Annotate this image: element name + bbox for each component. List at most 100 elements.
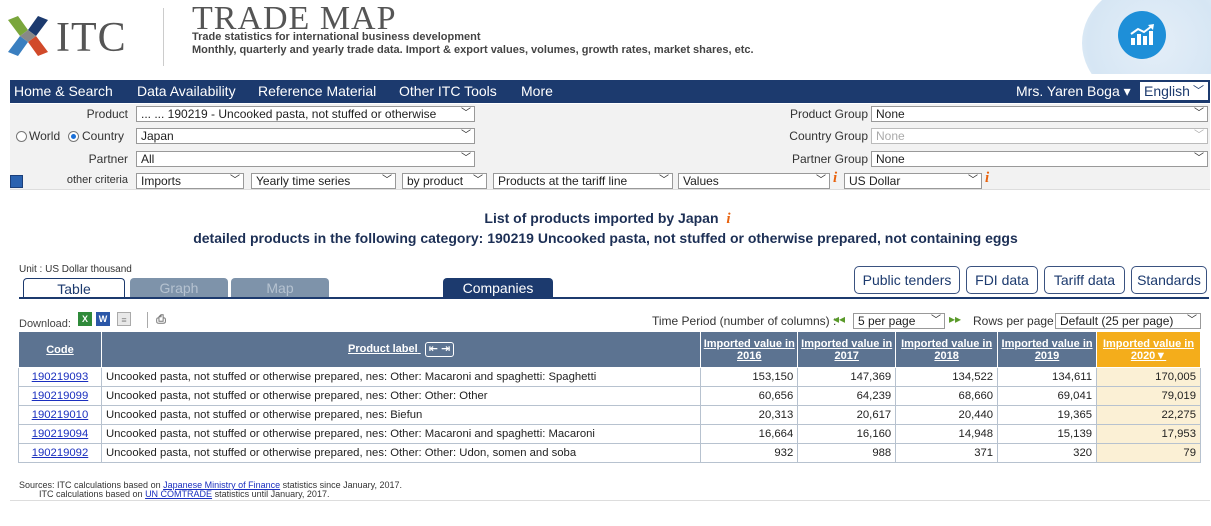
value-2018-cell: 20,440 — [895, 405, 999, 425]
nav-home-search[interactable]: Home & Search — [14, 83, 113, 99]
chevron-down-icon: ﹀ — [1187, 315, 1197, 326]
public-tenders-button[interactable]: Public tenders — [854, 266, 960, 294]
column-header-product-label[interactable]: Product label ⇤ ⇥ — [100, 331, 702, 368]
product-code-link[interactable]: 190219094 — [18, 424, 102, 444]
partner-label: Partner — [88, 152, 128, 166]
nav-reference-material[interactable]: Reference Material — [258, 83, 376, 99]
user-menu[interactable]: Mrs. Yaren Boga ▾ — [1016, 83, 1131, 100]
tariff-data-button[interactable]: Tariff data — [1044, 266, 1125, 294]
product-group-label: Product Group — [789, 107, 868, 121]
nav-data-availability[interactable]: Data Availability — [137, 83, 236, 99]
partner-group-select[interactable]: None ﹀ — [871, 151, 1208, 167]
fdi-data-button[interactable]: FDI data — [966, 266, 1038, 294]
table-row[interactable]: 190219094 Uncooked pasta, not stuffed or … — [18, 424, 1201, 444]
value-2017-cell: 988 — [797, 443, 897, 463]
nav-more[interactable]: More — [521, 83, 553, 99]
tab-map[interactable]: Map — [231, 278, 329, 298]
un-comtrade-link[interactable]: UN COMTRADE — [145, 489, 212, 499]
table-row[interactable]: 190219099 Uncooked pasta, not stuffed or … — [18, 386, 1201, 406]
nav-other-itc-tools[interactable]: Other ITC Tools — [399, 83, 497, 99]
sort-desc-icon: ▼ — [1155, 349, 1167, 362]
product-value: ... ... 190219 - Uncooked pasta, not stu… — [141, 107, 437, 121]
partner-value: All — [141, 152, 155, 166]
product-code-link[interactable]: 190219092 — [18, 443, 102, 463]
time-series-value: Yearly time series — [256, 174, 351, 188]
chevron-down-icon: ﹀ — [230, 175, 240, 186]
time-period-label: Time Period (number of columns) : — [652, 314, 837, 328]
product-code-link[interactable]: 190219010 — [18, 405, 102, 425]
sources-line-2: ITC calculations based on UN COMTRADE st… — [19, 490, 402, 499]
by-product-select[interactable]: by product ﹀ — [402, 173, 487, 189]
by-product-value: by product — [407, 174, 464, 188]
trade-flow-select[interactable]: Imports ﹀ — [136, 173, 244, 189]
word-icon[interactable]: W — [96, 312, 110, 326]
sources-note: Sources: ITC calculations based on Japan… — [19, 481, 402, 499]
value-2019-cell: 69,041 — [997, 386, 1098, 406]
country-group-value: None — [876, 129, 905, 143]
expand-column-icon[interactable]: ⇤ ⇥ — [424, 342, 455, 357]
country-select[interactable]: Japan ﹀ — [136, 128, 475, 144]
product-code-link[interactable]: 190219093 — [18, 367, 102, 387]
table-header-row: Code Product label ⇤ ⇥ Imported value in… — [18, 331, 1201, 368]
value-2019-cell: 19,365 — [997, 405, 1098, 425]
chevron-down-icon: ﹀ — [382, 175, 392, 186]
column-header-2017[interactable]: Imported value in 2017 — [797, 331, 897, 368]
column-header-2019[interactable]: Imported value in 2019 — [997, 331, 1098, 368]
products-table: Code Product label ⇤ ⇥ Imported value in… — [18, 331, 1201, 463]
columns-per-page-select[interactable]: 5 per page ﹀ — [853, 313, 945, 329]
world-radio[interactable] — [16, 131, 27, 142]
previous-columns-icon[interactable]: ◂◂ — [833, 312, 845, 326]
value-2016-cell: 16,664 — [700, 424, 799, 444]
tab-graph[interactable]: Graph — [130, 278, 228, 298]
currency-select[interactable]: US Dollar ﹀ — [844, 173, 982, 189]
site-header: ITC TRADE MAP Trade statistics for inter… — [0, 0, 1211, 74]
table-row[interactable]: 190219010 Uncooked pasta, not stuffed or … — [18, 405, 1201, 425]
product-group-select[interactable]: None ﹀ — [871, 106, 1208, 122]
trade-map-description: Monthly, quarterly and yearly trade data… — [192, 44, 754, 56]
chevron-down-icon: ﹀ — [473, 175, 483, 186]
country-label: Country — [82, 129, 125, 143]
chevron-down-icon: ﹀ — [461, 130, 471, 141]
product-label-header-text: Product label — [348, 343, 418, 355]
value-2018-cell: 134,522 — [895, 367, 999, 387]
tab-table[interactable]: Table — [23, 278, 125, 298]
chevron-down-icon: ﹀ — [461, 153, 471, 164]
measure-select[interactable]: Values ﹀ — [678, 173, 830, 189]
standards-button[interactable]: Standards — [1131, 266, 1207, 294]
column-header-2018[interactable]: Imported value in 2018 — [895, 331, 999, 368]
product-level-value: Products at the tariff line — [498, 174, 628, 188]
table-row[interactable]: 190219093 Uncooked pasta, not stuffed or … — [18, 367, 1201, 387]
product-level-select[interactable]: Products at the tariff line ﹀ — [493, 173, 673, 189]
column-header-2020[interactable]: Imported value in 2020▼ — [1096, 331, 1201, 368]
next-columns-icon[interactable]: ▸▸ — [949, 312, 961, 326]
trade-map-subtitle: Trade statistics for international busin… — [192, 31, 481, 43]
value-2019-cell: 15,139 — [997, 424, 1098, 444]
other-criteria-label: other criteria — [66, 174, 128, 186]
column-header-2016[interactable]: Imported value in 2016 — [700, 331, 799, 368]
product-code-link[interactable]: 190219099 — [18, 386, 102, 406]
partner-select[interactable]: All ﹀ — [136, 151, 475, 167]
table-row[interactable]: 190219092 Uncooked pasta, not stuffed or … — [18, 443, 1201, 463]
excel-icon[interactable]: X — [78, 312, 92, 326]
product-label-cell: Uncooked pasta, not stuffed or otherwise… — [100, 443, 702, 463]
info-icon[interactable]: i — [985, 170, 989, 187]
unit-label: Unit : US Dollar thousand — [19, 264, 132, 275]
header-divider — [163, 8, 164, 66]
itc-logo[interactable]: ITC — [6, 10, 156, 62]
text-file-icon[interactable]: ≡ — [117, 312, 131, 326]
value-2020-cell: 22,275 — [1096, 405, 1201, 425]
product-select[interactable]: ... ... 190219 - Uncooked pasta, not stu… — [136, 106, 475, 122]
country-group-select: None ﹀ — [871, 128, 1208, 144]
value-2017-cell: 16,160 — [797, 424, 897, 444]
info-icon[interactable]: i — [833, 170, 837, 187]
column-header-code[interactable]: Code — [18, 331, 102, 368]
printer-icon[interactable]: ⎙ — [154, 312, 168, 326]
time-series-select[interactable]: Yearly time series ﹀ — [251, 173, 396, 189]
country-radio[interactable] — [68, 131, 79, 142]
bookmark-icon[interactable] — [10, 175, 23, 188]
tab-companies[interactable]: Companies — [443, 278, 553, 298]
criteria-panel: Product ... ... 190219 - Uncooked pasta,… — [10, 104, 1210, 190]
info-icon[interactable]: i — [726, 211, 730, 227]
language-select[interactable]: English ﹀ — [1139, 81, 1209, 101]
rows-per-page-select[interactable]: Default (25 per page) ﹀ — [1055, 313, 1201, 329]
